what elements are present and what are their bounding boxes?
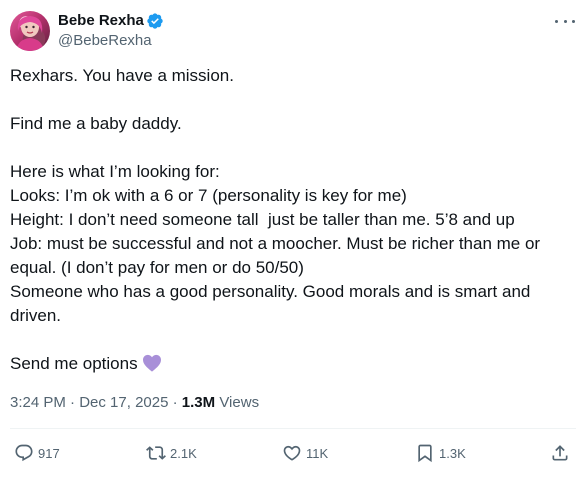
purple-heart-icon: [142, 354, 161, 372]
like-button[interactable]: 11K: [282, 442, 328, 464]
meta-separator: ·: [65, 394, 80, 411]
like-count: 11K: [306, 445, 329, 461]
tweet-line: Job: must be successful and not a mooche…: [10, 234, 541, 253]
tweet-line: Send me options: [10, 354, 138, 373]
reply-count: 917: [38, 445, 60, 461]
share-button[interactable]: [550, 442, 570, 464]
tweet-line: driven.: [10, 306, 62, 325]
views-label: Views: [215, 394, 260, 411]
repost-count: 2.1K: [170, 445, 197, 461]
avatar[interactable]: [10, 11, 50, 51]
verified-badge-icon: [147, 13, 163, 29]
bookmark-count: 1.3K: [439, 445, 466, 461]
tweet-line: equal. (I don’t pay for men or do 50/50): [10, 258, 304, 277]
author-name[interactable]: Bebe Rexha: [58, 12, 144, 30]
tweet-line: Looks: I’m ok with a 6 or 7 (personality…: [10, 186, 407, 205]
tweet-date[interactable]: Dec 17, 2025: [79, 394, 168, 411]
tweet-line: [10, 88, 570, 112]
more-icon[interactable]: [555, 14, 575, 28]
tweet-line: Someone who has a good personality. Good…: [10, 282, 531, 301]
tweet-card: Bebe Rexha @BebeRexha Rexhars. You have …: [0, 0, 588, 478]
tweet-line: Here is what I’m looking for:: [10, 162, 220, 181]
tweet-text: Rexhars. You have a mission. Find me a b…: [10, 64, 570, 376]
reply-button[interactable]: 917: [14, 442, 60, 464]
tweet-line: Find me a baby daddy.: [10, 114, 182, 133]
tweet-last-line: Send me options: [10, 352, 570, 376]
tweet-line: [10, 328, 570, 352]
reply-icon: [15, 444, 33, 462]
repost-button[interactable]: 2.1K: [146, 442, 197, 464]
tweet-line: Rexhars. You have a mission.: [10, 66, 234, 85]
share-icon: [552, 445, 568, 461]
heart-icon: [283, 445, 301, 461]
tweet-meta: 3:24 PM · Dec 17, 2025 · 1.3M Views: [10, 393, 259, 413]
views-count[interactable]: 1.3M: [182, 394, 215, 411]
meta-separator: ·: [168, 394, 182, 411]
bookmark-button[interactable]: 1.3K: [415, 442, 466, 464]
tweet-time[interactable]: 3:24 PM: [10, 394, 66, 411]
divider: [10, 428, 576, 429]
tweet-line: Height: I don’t need someone tall just b…: [10, 210, 515, 229]
bookmark-icon: [418, 444, 432, 463]
author-handle[interactable]: @BebeRexha: [58, 32, 152, 50]
repost-icon: [146, 446, 166, 460]
tweet-line: [10, 136, 570, 160]
